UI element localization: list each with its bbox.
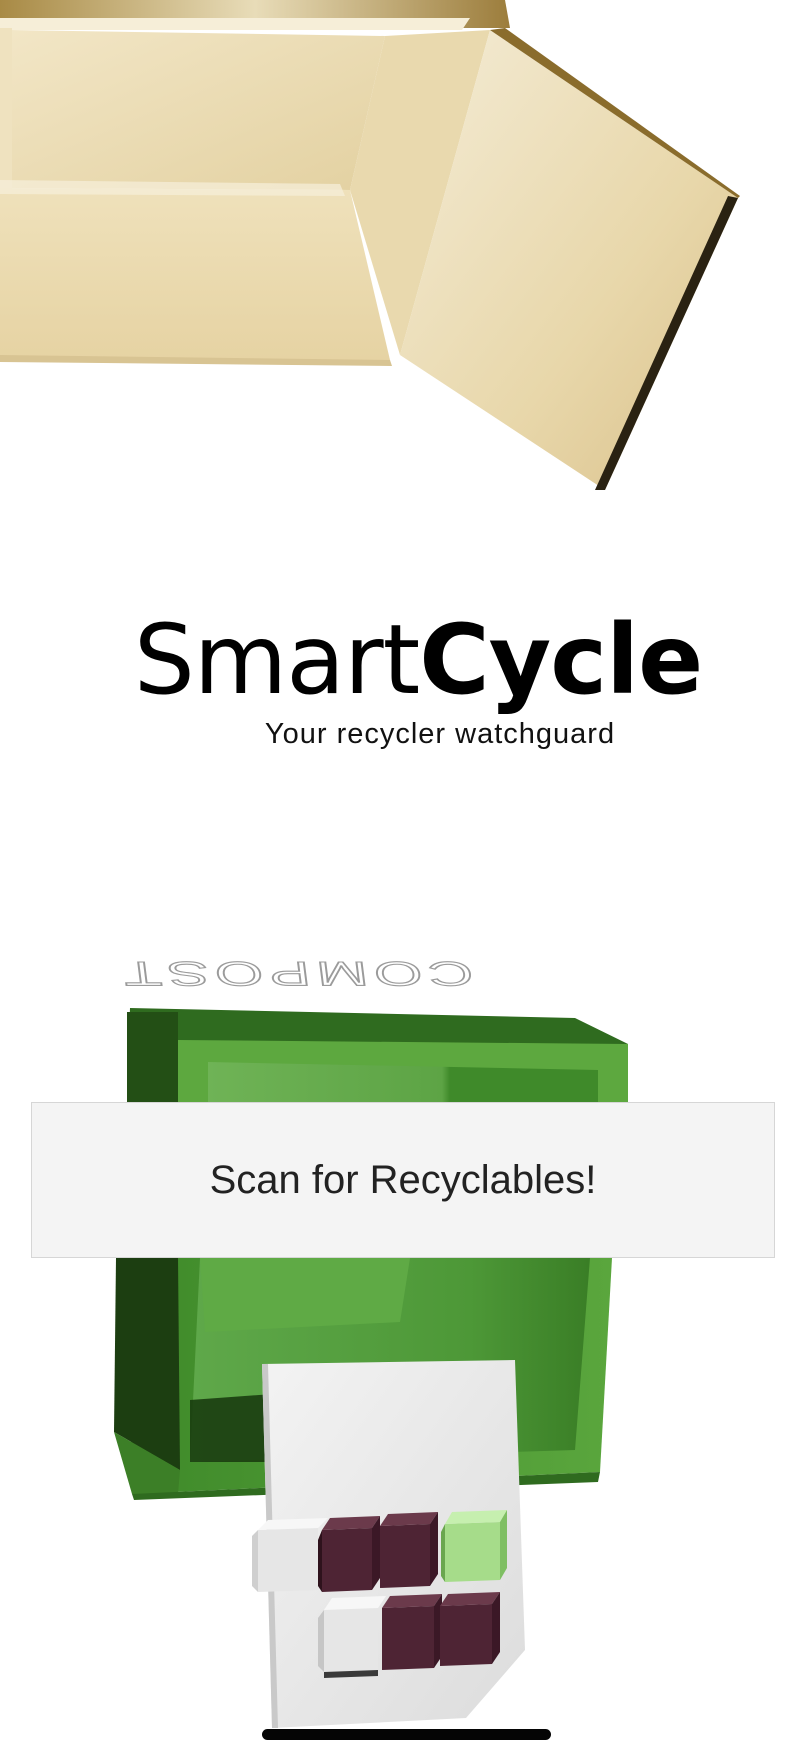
app-title: SmartCycle — [12, 612, 812, 708]
bin-label-compost: COMPOST — [114, 954, 476, 993]
home-indicator[interactable] — [262, 1729, 551, 1740]
app-title-regular: Smart — [133, 604, 420, 716]
scene-3d-illustration — [0, 0, 740, 1728]
app-logo: SmartCycle — [0, 612, 812, 708]
cardboard-box — [0, 0, 740, 490]
app-title-bold: Cycle — [419, 604, 703, 716]
cube-light-green — [441, 1510, 507, 1582]
cube-dark-2 — [380, 1512, 438, 1588]
cube-dark-4 — [440, 1592, 500, 1666]
cube-white — [252, 1518, 328, 1592]
cube-dark-1 — [318, 1516, 380, 1592]
app-tagline: Your recycler watchguard — [264, 718, 616, 750]
cube-white-2 — [318, 1596, 386, 1678]
app-screen: SmartCycle Your recycler watchguard COMP… — [0, 0, 812, 1758]
scan-button[interactable]: Scan for Recyclables! — [31, 1102, 775, 1258]
cube-dark-3 — [382, 1594, 442, 1670]
